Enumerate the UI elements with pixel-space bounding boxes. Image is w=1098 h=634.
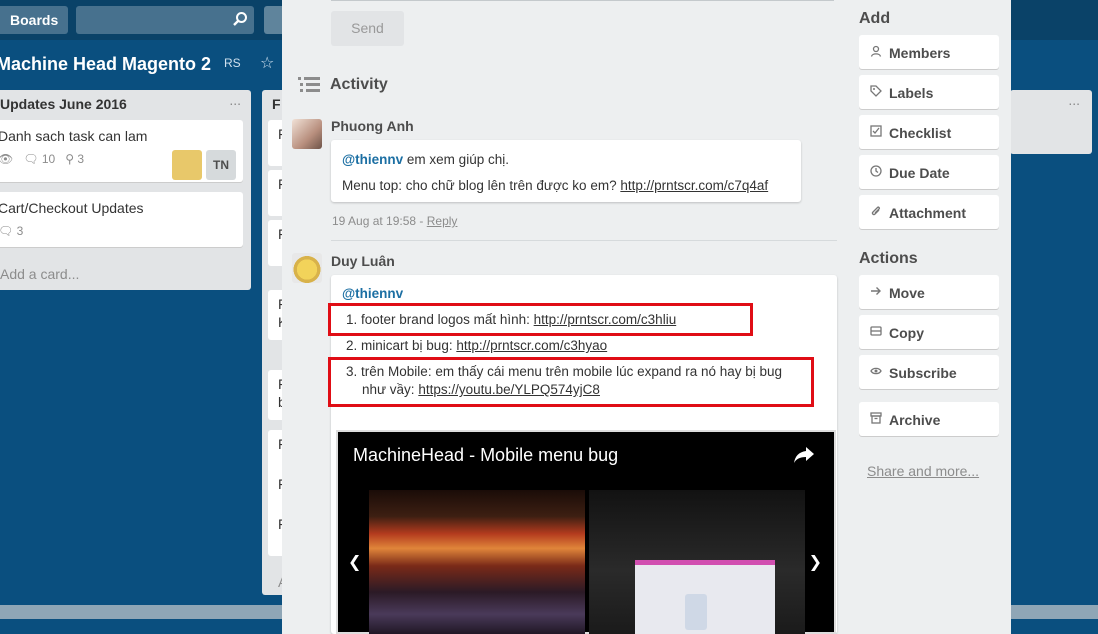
button-label: Move	[889, 285, 925, 301]
avatar[interactable]	[172, 150, 202, 180]
video-embed[interactable]: MachineHead - Mobile menu bug ❮ ❯	[336, 430, 836, 634]
boards-button[interactable]: Boards	[0, 6, 68, 34]
labels-button[interactable]: Labels	[859, 75, 999, 109]
item-number: 2.	[346, 338, 358, 353]
highlight-box	[328, 303, 753, 336]
add-heading: Add	[859, 10, 891, 27]
avatar[interactable]	[292, 253, 322, 283]
subscribe-button[interactable]: Subscribe	[859, 355, 999, 389]
meta-separator: -	[416, 214, 427, 228]
phone-image	[685, 594, 707, 630]
list-card[interactable]: Cart/Checkout Updates 🗨 3	[0, 192, 243, 247]
comment-line: Menu top: cho chữ blog lên trên được ko …	[342, 178, 768, 193]
archive-icon	[870, 412, 882, 424]
eye-icon: 👁	[0, 152, 14, 166]
video-thumbnail[interactable]	[369, 490, 585, 634]
mention-link[interactable]: @thiennv	[342, 152, 403, 167]
activity-title: Activity	[330, 76, 388, 93]
due-date-button[interactable]: Due Date	[859, 155, 999, 189]
actions-heading: Actions	[859, 250, 918, 267]
copy-button[interactable]: Copy	[859, 315, 999, 349]
list-title[interactable]: Updates June 2016	[0, 96, 127, 112]
move-button[interactable]: Move	[859, 275, 999, 309]
divider	[331, 0, 834, 1]
button-label: Members	[889, 45, 951, 61]
card-title: Danh sach task can lam	[0, 128, 148, 144]
card-badges: 👁 🗨 10 ⚲ 3	[0, 152, 84, 166]
comment-text: Menu top: cho chữ blog lên trên được ko …	[342, 178, 621, 193]
card-title: Cart/Checkout Updates	[0, 200, 144, 216]
paperclip-icon	[870, 205, 882, 217]
add-card-link[interactable]: Add a card...	[0, 266, 79, 282]
comment-text: em xem giúp chị.	[403, 152, 509, 167]
button-label: Attachment	[889, 205, 967, 221]
clock-icon	[870, 165, 882, 177]
divider	[331, 240, 837, 241]
comment-line: @thiennv em xem giúp chị.	[342, 152, 509, 167]
copy-icon	[870, 325, 882, 337]
members-button[interactable]: Members	[859, 35, 999, 69]
comment-count: 10	[41, 152, 56, 166]
tag-icon	[870, 85, 882, 97]
boards-label: Boards	[10, 12, 59, 28]
comment-author[interactable]: Duy Luân	[331, 253, 395, 269]
button-label: Archive	[889, 412, 941, 428]
list-card[interactable]: Danh sach task can lam 👁 🗨 10 ⚲ 3 TN	[0, 120, 243, 182]
card-badges: 🗨 3	[0, 224, 23, 238]
button-label: Subscribe	[889, 365, 957, 381]
item-link[interactable]: http://prntscr.com/c3hyao	[456, 338, 607, 353]
list-title[interactable]: F	[272, 96, 281, 112]
comment-author[interactable]: Phuong Anh	[331, 118, 414, 134]
chevron-right-icon[interactable]: ❯	[809, 552, 822, 572]
attachment-button[interactable]: Attachment	[859, 195, 999, 229]
highlight-box	[328, 357, 814, 407]
comment-link[interactable]: http://prntscr.com/c7q4af	[620, 178, 768, 193]
comment-count: 3	[16, 224, 24, 238]
list-partial-right: ...	[1010, 90, 1092, 154]
button-label: Labels	[889, 85, 934, 101]
video-thumbnail[interactable]	[589, 490, 805, 634]
button-label: Copy	[889, 325, 924, 341]
item-text: minicart bị bug:	[361, 338, 457, 353]
trello-logo[interactable]	[264, 6, 282, 34]
video-title[interactable]: MachineHead - Mobile menu bug	[353, 445, 618, 466]
list-menu-icon[interactable]: ...	[1068, 92, 1080, 108]
list-menu-icon[interactable]: ...	[229, 92, 241, 108]
list-icon	[298, 77, 320, 92]
board-badge[interactable]: RS	[224, 56, 241, 70]
send-button[interactable]: Send	[331, 11, 404, 46]
list-updates: Updates June 2016 ... Danh sach task can…	[0, 90, 251, 290]
button-label: Due Date	[889, 165, 950, 181]
search-input[interactable]	[76, 6, 254, 34]
comment-timestamp[interactable]: 19 Aug at 19:58	[332, 214, 416, 228]
comment-icon: 🗨	[23, 152, 39, 166]
comment-line: @thiennv	[342, 286, 403, 301]
share-and-more-link[interactable]: Share and more...	[867, 463, 979, 479]
mention-link[interactable]: @thiennv	[342, 286, 403, 301]
attachment-count: 3	[77, 152, 85, 166]
comment-icon: 🗨	[0, 224, 14, 238]
archive-button[interactable]: Archive	[859, 402, 999, 436]
comment-body: @thiennv em xem giúp chị. Menu top: cho …	[331, 140, 801, 202]
board-title[interactable]: Machine Head Magento 2	[0, 54, 211, 75]
button-label: Checklist	[889, 125, 952, 141]
list-item: 2. minicart bị bug: http://prntscr.com/c…	[346, 338, 607, 353]
checkbox-icon	[870, 125, 882, 137]
arrow-right-icon	[870, 285, 882, 297]
reply-link[interactable]: Reply	[427, 214, 458, 228]
checklist-button[interactable]: Checklist	[859, 115, 999, 149]
avatar[interactable]	[292, 119, 322, 149]
eye-icon	[870, 365, 882, 377]
avatar-initials[interactable]: TN	[206, 150, 236, 180]
share-icon[interactable]	[792, 444, 816, 466]
comment-meta: 19 Aug at 19:58 - Reply	[332, 214, 457, 228]
paperclip-icon: ⚲	[65, 152, 74, 166]
chevron-left-icon[interactable]: ❮	[348, 552, 361, 572]
card-detail-modal: Send Activity Phuong Anh @thiennv em xem…	[282, 0, 1011, 634]
search-icon	[233, 12, 247, 26]
star-icon[interactable]: ☆	[260, 53, 274, 73]
person-icon	[870, 45, 882, 57]
